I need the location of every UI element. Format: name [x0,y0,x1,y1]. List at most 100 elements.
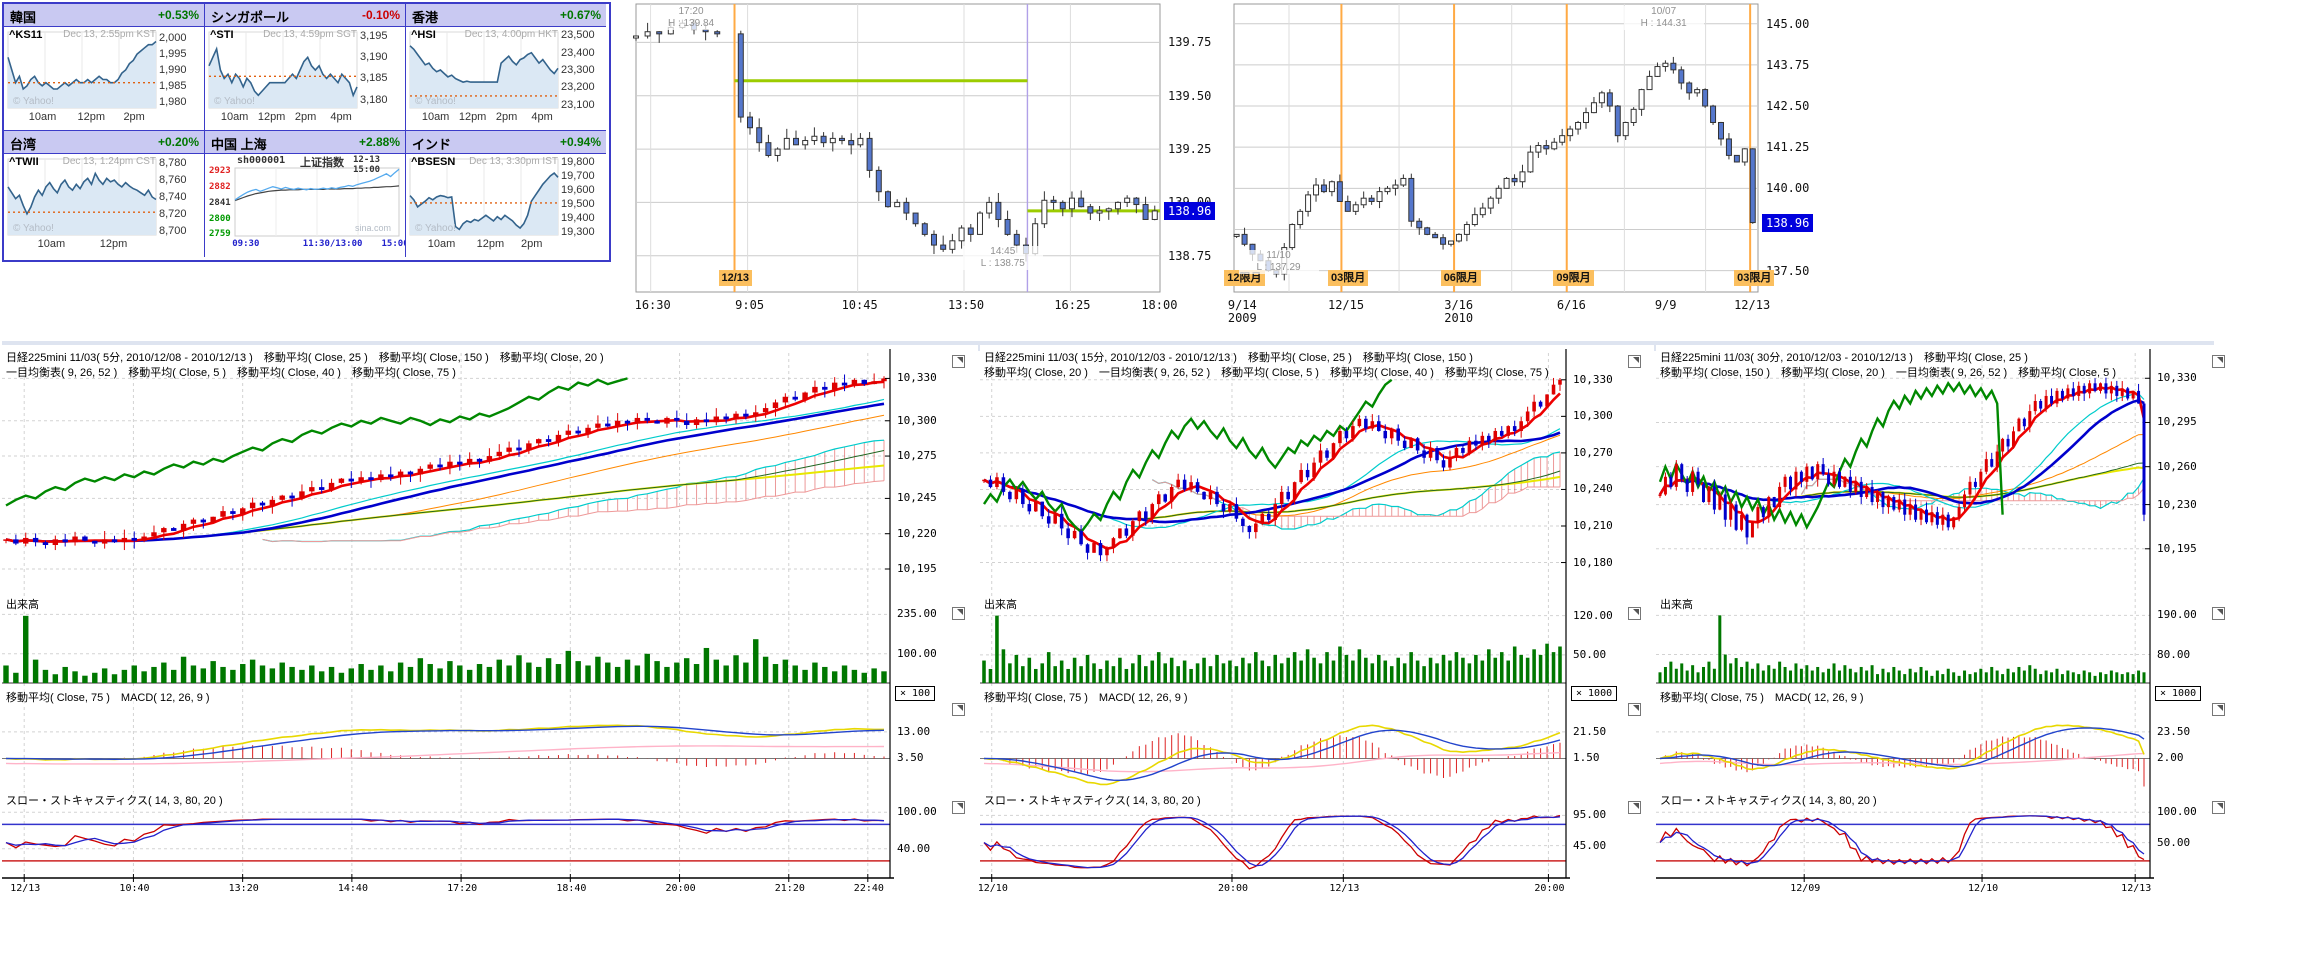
pane-menu-button[interactable] [952,607,965,620]
market-name: 台湾 [10,134,36,153]
x-tick: 10am [422,111,450,123]
chart-title-line1: 日経225mini 11/03( 15分, 2010/12/03 - 2010/… [984,349,1562,365]
price-tick: 10,295 [2157,415,2197,428]
contract-tag[interactable]: 06限月 [1441,270,1481,286]
stoch-tick: 100.00 [897,805,937,818]
pane-menu-triangle-icon [1633,609,1639,615]
x-tick: 12/13 [1329,883,1359,894]
pane-menu-button[interactable] [1628,607,1641,620]
y-tick: 145.00 [1766,17,1809,31]
x-tick: 12/15 [1324,298,1368,312]
pane-menu-button[interactable] [952,355,965,368]
volume-pane-label: 出来高 [1660,596,1693,612]
tech-chart-plot[interactable] [1656,345,2154,890]
y-tick: 19,400 [561,212,595,224]
contract-tag[interactable]: 09限月 [1553,270,1593,286]
y-tick: 23,200 [561,81,595,93]
timestamp: 12-13 15:00 [353,155,405,175]
market-panel-hongkong[interactable]: 香港+0.67%^HSIDec 13, 4:00pm HKT© Yahoo!23… [406,4,606,132]
contract-tag[interactable]: 03限月 [1734,270,1774,286]
price-tick: 10,330 [897,371,937,384]
y-tick: 19,500 [561,198,595,210]
price-tick: 10,195 [2157,542,2197,555]
yahoo-watermark: © Yahoo! [214,96,255,107]
y-tick: 19,600 [561,184,595,196]
panel-header: 韓国+0.53% [4,4,204,27]
market-panel-korea[interactable]: 韓国+0.53%^KS11Dec 13, 2:55pm KST© Yahoo!2… [4,4,206,132]
market-panel-taiwan[interactable]: 台湾+0.20%^TWIIDec 13, 1:24pm CST© Yahoo!8… [4,131,206,257]
stoch-tick: 95.00 [1573,808,1606,821]
nikkei225mini-15min-chart[interactable]: 日経225mini 11/03( 15分, 2010/12/03 - 2010/… [980,345,1654,970]
pane-menu-button[interactable] [1628,801,1641,814]
jgb-intraday-chart[interactable]: 債券売りの株先買い、、、露骨だな～ で、長短金利差拡大でメガバン買いだそうな、、… [630,0,1215,335]
x-tick: 20:00 [1534,883,1564,894]
pane-menu-button[interactable] [2212,607,2225,620]
x-tick: 2pm [521,238,542,250]
stoch-tick: 50.00 [2157,836,2190,849]
x-tick: 10am [29,111,57,123]
pane-menu-button[interactable] [1628,703,1641,716]
x-tick: 11:30/13:00 [303,239,363,249]
price-tick: 10,195 [897,562,937,575]
y-tick: 2800 [209,214,231,224]
contract-tag[interactable]: 03限月 [1328,270,1368,286]
price-tick: 10,275 [897,449,937,462]
sina-title: 上证指数 [300,154,344,170]
y-tick: 2841 [209,198,231,208]
yahoo-watermark: © Yahoo! [13,223,54,234]
stoch-tick: 40.00 [897,842,930,855]
pct-badge: +0.67% [560,8,601,22]
x-tick: 15:00 [382,239,407,249]
market-panel-shanghai[interactable]: 中国 上海+2.88%sh000001上证指数12-13 15:00292328… [205,131,407,257]
sina-code: sh000001 [237,155,285,166]
pct-badge: +0.94% [560,135,601,149]
price-tick: 10,230 [2157,498,2197,511]
sina-watermark: sina.com [355,223,391,233]
price-tick: 10,180 [1573,556,1613,569]
y-tick: 3,190 [360,51,388,63]
trading-dashboard-screen: 韓国+0.53%^KS11Dec 13, 2:55pm KST© Yahoo!2… [0,0,2316,972]
market-panel-singapore[interactable]: シンガポール-0.10%^STIDec 13, 4:59pm SGT© Yaho… [205,4,407,132]
multiplier-badge: × 1000 [2155,686,2201,701]
pane-menu-triangle-icon [957,357,963,363]
nikkei225mini-5min-chart[interactable]: 日経225mini 11/03( 5分, 2010/12/08 - 2010/1… [2,345,978,970]
y-tick: 139.75 [1168,35,1211,49]
jgb-weekly-chart[interactable]: 145.00143.75142.50141.25140.00137.50138.… [1228,0,1816,335]
chart-title-line2: 移動平均( Close, 20 ) 一目均衡表( 9, 26, 52 ) 移動平… [984,364,1562,380]
pane-menu-triangle-icon [957,609,963,615]
y-tick: 23,500 [561,29,595,41]
y-tick: 1,990 [159,64,187,76]
x-tick-year: 2010 [1437,311,1481,325]
x-tick: 2pm [496,111,517,123]
x-tick: 12/13 [10,883,40,894]
pane-menu-button[interactable] [952,801,965,814]
x-tick: 13:20 [229,883,259,894]
asia-market-grid: 韓国+0.53%^KS11Dec 13, 2:55pm KST© Yahoo!2… [2,2,611,262]
panel-header: 香港+0.67% [406,4,606,27]
volume-tick: 120.00 [1573,609,1613,622]
x-tick: 21:20 [775,883,805,894]
annotation: 10/07 H : 144.31 [1624,6,1704,30]
pane-menu-button[interactable] [2212,703,2225,716]
x-tick: 20:00 [1218,883,1248,894]
panel-header: 台湾+0.20% [4,131,204,154]
tech-chart-plot[interactable] [980,345,1570,890]
x-tick: 16:25 [1050,298,1094,312]
y-tick: 23,100 [561,99,595,111]
y-tick: 19,700 [561,170,595,182]
pane-menu-button[interactable] [952,703,965,716]
x-tick: 10am [428,238,456,250]
x-tick: 9/9 [1644,298,1688,312]
x-tick: 17:20 [447,883,477,894]
market-panel-india[interactable]: インド+0.94%^BSESNDec 13, 3:30pm IST© Yahoo… [406,131,606,257]
candle-plot[interactable] [630,0,1215,300]
nikkei225mini-30min-chart[interactable]: 日経225mini 11/03( 30分, 2010/12/03 - 2010/… [1656,345,2216,970]
pane-menu-button[interactable] [1628,355,1641,368]
tech-chart-plot[interactable] [2,345,894,890]
timestamp: Dec 13, 3:30pm IST [469,156,558,167]
y-tick: 138.75 [1168,249,1211,263]
volume-tick: 100.00 [897,647,937,660]
contract-tag[interactable]: 12/13 [719,270,753,286]
pane-menu-button[interactable] [2212,355,2225,368]
pane-menu-button[interactable] [2212,801,2225,814]
